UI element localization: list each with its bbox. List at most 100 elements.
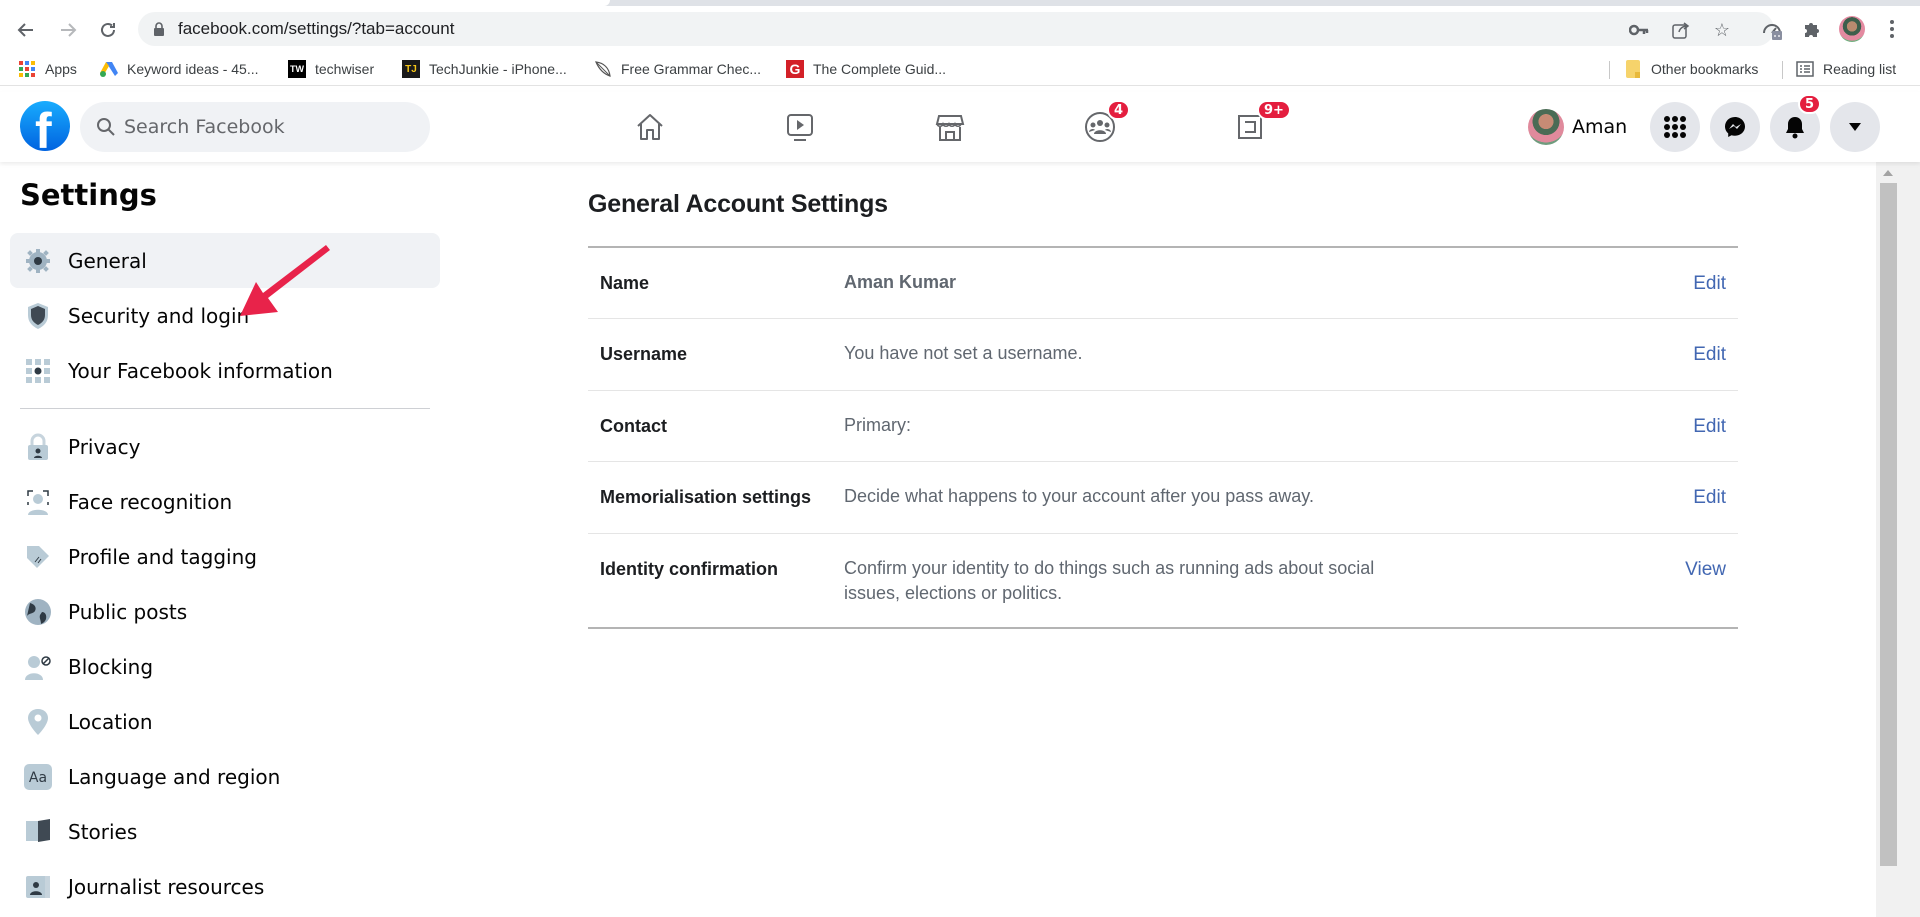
sidebar-item-label: Profile and tagging bbox=[68, 544, 257, 569]
row-label: Identity confirmation bbox=[600, 559, 779, 579]
sidebar-item-face-recognition[interactable]: Face recognition bbox=[10, 474, 440, 529]
nav-watch[interactable] bbox=[745, 92, 855, 162]
page-scrollbar-thumb[interactable] bbox=[1880, 183, 1897, 866]
tw-icon: TW bbox=[288, 60, 306, 78]
page-title: General Account Settings bbox=[588, 190, 888, 218]
bell-icon bbox=[1786, 117, 1804, 139]
globe-icon bbox=[24, 598, 52, 626]
reading-list-label: Reading list bbox=[1823, 61, 1897, 77]
address-bar[interactable]: facebook.com/settings/?tab=account ☆ bbox=[138, 12, 1774, 46]
sidebar-item-language-and-region[interactable]: Aa Language and region bbox=[10, 749, 440, 804]
bookmark-label: Apps bbox=[45, 61, 77, 77]
avatar bbox=[1528, 109, 1564, 145]
apps-grid-icon bbox=[18, 60, 36, 78]
bookmark-complete-guide[interactable]: G The Complete Guid... bbox=[786, 59, 946, 79]
settings-row-contact[interactable]: Contact Primary: Edit bbox=[588, 390, 1738, 461]
key-icon[interactable] bbox=[1628, 19, 1650, 41]
row-value: Aman Kumar bbox=[844, 272, 957, 292]
sidebar-item-journalist-resources[interactable]: Journalist resources bbox=[10, 859, 440, 914]
forward-button[interactable] bbox=[54, 16, 82, 44]
view-identity-link[interactable]: View bbox=[1685, 559, 1726, 581]
nav-groups[interactable]: 4 bbox=[1045, 92, 1155, 162]
share-icon[interactable] bbox=[1670, 19, 1692, 41]
caret-down-icon bbox=[1849, 123, 1861, 131]
sidebar-item-security-and-login[interactable]: Security and login bbox=[10, 288, 440, 343]
account-button[interactable] bbox=[1830, 102, 1880, 152]
row-label: Contact bbox=[600, 416, 667, 436]
face-scan-icon bbox=[24, 488, 52, 516]
extensions-puzzle-icon[interactable] bbox=[1798, 15, 1826, 43]
bookmark-apps[interactable]: Apps bbox=[18, 59, 77, 79]
bookmark-label: TechJunkie - iPhone... bbox=[429, 61, 567, 77]
scroll-up-arrow-icon[interactable] bbox=[1883, 170, 1893, 176]
back-button[interactable] bbox=[12, 16, 40, 44]
sidebar-divider bbox=[20, 408, 430, 409]
bookmarks-divider bbox=[1782, 61, 1783, 79]
sidebar-item-public-posts[interactable]: Public posts bbox=[10, 584, 440, 639]
svg-text:Aa: Aa bbox=[29, 770, 47, 786]
browser-toolbar: facebook.com/settings/?tab=account ☆ bbox=[0, 6, 1920, 52]
sidebar-item-label: Stories bbox=[68, 819, 138, 844]
nav-gaming[interactable]: 9+ bbox=[1195, 92, 1305, 162]
back-arrow-icon bbox=[17, 23, 33, 37]
gear-icon bbox=[24, 247, 52, 275]
sidebar-item-profile-and-tagging[interactable]: Profile and tagging bbox=[10, 529, 440, 584]
profile-shortcut[interactable]: Aman bbox=[1528, 105, 1627, 149]
nav-marketplace[interactable] bbox=[895, 92, 1005, 162]
chrome-profile-avatar[interactable] bbox=[1838, 15, 1866, 43]
bookmark-free-grammar[interactable]: Free Grammar Chec... bbox=[594, 59, 761, 79]
bookmark-label: Free Grammar Chec... bbox=[621, 61, 762, 77]
bookmark-star-icon[interactable]: ☆ bbox=[1711, 19, 1733, 41]
reading-list[interactable]: Reading list bbox=[1796, 59, 1896, 79]
profile-name: Aman bbox=[1572, 116, 1628, 138]
sidebar-item-label: Language and region bbox=[68, 764, 281, 789]
bookmark-techwiser[interactable]: TW techwiser bbox=[288, 59, 374, 79]
groups-badge: 4 bbox=[1107, 100, 1131, 120]
reload-button[interactable] bbox=[94, 16, 122, 44]
menu-grid-icon bbox=[1664, 116, 1686, 138]
id-card-icon bbox=[24, 873, 52, 901]
bookmarks-bar: Apps Keyword ideas - 45... TW techwiser … bbox=[0, 52, 1920, 86]
search-input[interactable] bbox=[124, 102, 414, 152]
sidebar-item-label: Privacy bbox=[68, 434, 141, 459]
bookmark-techjunkie[interactable]: TJ TechJunkie - iPhone... bbox=[402, 59, 567, 79]
sidebar-item-your-facebook-information[interactable]: Your Facebook information bbox=[10, 343, 440, 398]
facebook-logo[interactable]: f bbox=[20, 101, 70, 151]
sidebar-item-blocking[interactable]: Blocking bbox=[10, 639, 440, 694]
reload-icon bbox=[101, 22, 115, 37]
search-box[interactable] bbox=[80, 102, 430, 152]
chrome-menu-icon[interactable] bbox=[1878, 15, 1906, 43]
sidebar-item-label: Blocking bbox=[68, 654, 154, 679]
settings-row-username[interactable]: Username You have not set a username. Ed… bbox=[588, 318, 1738, 390]
url-text[interactable]: facebook.com/settings/?tab=account bbox=[178, 19, 454, 39]
row-value: Decide what happens to your account afte… bbox=[844, 486, 1314, 506]
settings-row-memorialisation[interactable]: Memorialisation settings Decide what hap… bbox=[588, 461, 1738, 533]
messenger-button[interactable] bbox=[1710, 102, 1760, 152]
sidebar-item-location[interactable]: Location bbox=[10, 694, 440, 749]
edit-memorialisation-link[interactable]: Edit bbox=[1693, 487, 1726, 509]
settings-row-identity-confirmation[interactable]: Identity confirmation Confirm your ident… bbox=[588, 533, 1738, 627]
sidebar-item-general[interactable]: General bbox=[10, 233, 440, 288]
performance-extension-icon[interactable] bbox=[1758, 15, 1786, 43]
sidebar-item-label: Security and login bbox=[68, 303, 250, 328]
edit-username-link[interactable]: Edit bbox=[1693, 344, 1726, 366]
bookmark-keyword-ideas[interactable]: Keyword ideas - 45... bbox=[100, 59, 259, 79]
nav-home[interactable] bbox=[595, 92, 705, 162]
location-pin-icon bbox=[24, 708, 52, 736]
sidebar-item-stories[interactable]: Stories bbox=[10, 804, 440, 859]
reading-list-icon bbox=[1796, 60, 1814, 78]
shield-icon bbox=[24, 302, 52, 330]
row-label: Memorialisation settings bbox=[600, 487, 812, 507]
edit-name-link[interactable]: Edit bbox=[1693, 273, 1726, 295]
other-bookmarks[interactable]: Other bookmarks bbox=[1624, 59, 1758, 79]
settings-row-name[interactable]: Name Aman Kumar Edit bbox=[588, 248, 1738, 318]
row-label: Username bbox=[600, 344, 688, 364]
notifications-button[interactable]: 5 bbox=[1770, 94, 1822, 152]
edit-contact-link[interactable]: Edit bbox=[1693, 416, 1726, 438]
settings-sidebar: Settings General Security and login Your… bbox=[0, 162, 450, 917]
menu-button[interactable] bbox=[1650, 102, 1700, 152]
bookmark-label: Keyword ideas - 45... bbox=[127, 61, 259, 77]
settings-content: General Account Settings Name Aman Kumar… bbox=[450, 162, 1878, 917]
account-settings-table: Name Aman Kumar Edit Username You have n… bbox=[588, 246, 1738, 629]
sidebar-item-privacy[interactable]: Privacy bbox=[10, 419, 440, 474]
